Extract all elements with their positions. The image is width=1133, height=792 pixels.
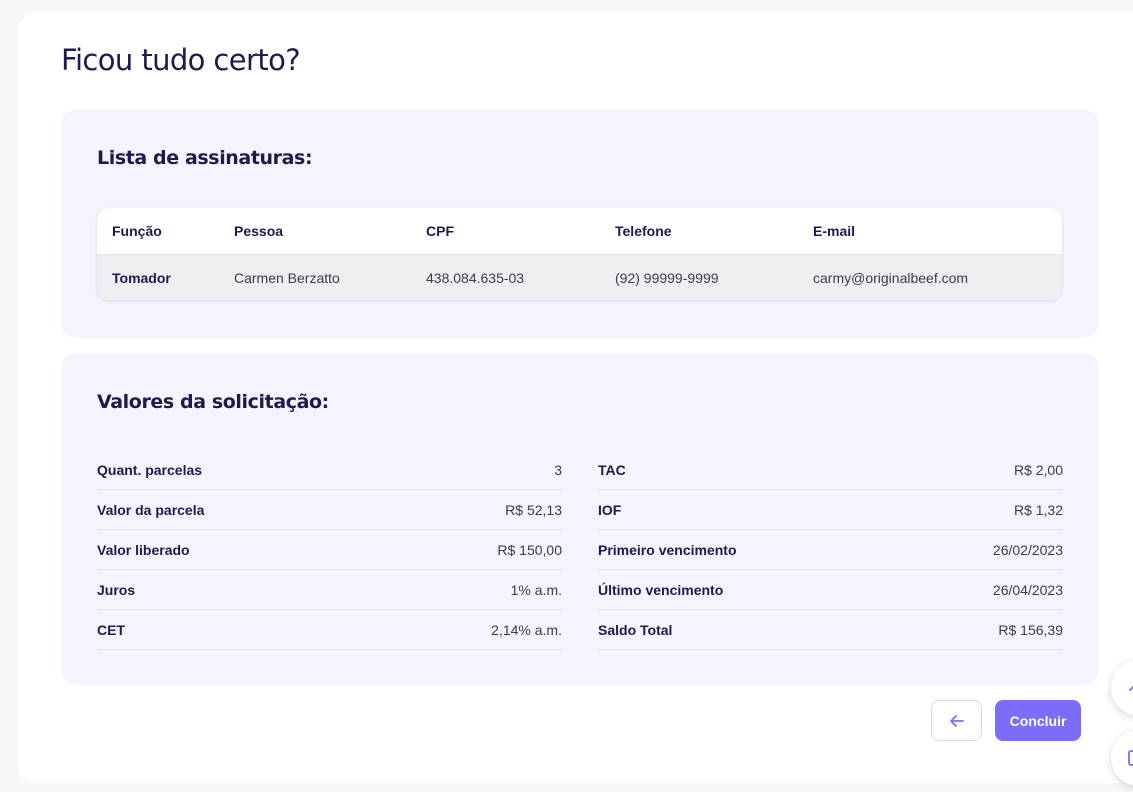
values-panel: Valores da solicitação: Quant. parcelas … (61, 353, 1099, 685)
value-row-cet: CET 2,14% a.m. (97, 610, 562, 650)
value-row-primeiro-vencimento: Primeiro vencimento 26/02/2023 (598, 530, 1063, 570)
column-header-cpf: CPF (426, 223, 454, 239)
cell-funcao: Tomador (112, 270, 171, 286)
value-amount: 26/04/2023 (992, 582, 1063, 598)
value-label: Juros (97, 582, 136, 598)
column-header-telefone: Telefone (615, 223, 672, 239)
values-right-column: TAC R$ 2,00 IOF R$ 1,32 Primeiro vencime… (598, 450, 1063, 650)
value-row-valor-liberado: Valor liberado R$ 150,00 (97, 530, 562, 570)
value-label: CET (97, 622, 125, 638)
cell-cpf: 438.084.635-03 (426, 270, 525, 286)
table-row: Tomador Carmen Berzatto 438.084.635-03 (… (97, 254, 1062, 300)
page-title: Ficou tudo certo? (61, 43, 301, 77)
values-left-column: Quant. parcelas 3 Valor da parcela R$ 52… (97, 450, 562, 650)
value-row-tac: TAC R$ 2,00 (598, 450, 1063, 490)
value-amount: 3 (554, 462, 562, 478)
arrow-left-icon (949, 714, 964, 727)
value-row-juros: Juros 1% a.m. (97, 570, 562, 610)
signatures-table: Função Pessoa CPF Telefone E-mail Tomado… (97, 208, 1062, 300)
value-label: Valor liberado (97, 542, 190, 558)
signatures-title: Lista de assinaturas: (97, 147, 313, 169)
value-amount: R$ 1,32 (1013, 502, 1063, 518)
value-row-ultimo-vencimento: Último vencimento 26/04/2023 (598, 570, 1063, 610)
values-title: Valores da solicitação: (97, 391, 329, 413)
value-amount: R$ 52,13 (505, 502, 562, 518)
column-header-email: E-mail (813, 223, 856, 239)
value-label: TAC (598, 462, 626, 478)
value-row-valor-parcela: Valor da parcela R$ 52,13 (97, 490, 562, 530)
review-card: Ficou tudo certo? Lista de assinaturas: … (18, 13, 1133, 783)
value-amount: 26/02/2023 (992, 542, 1063, 558)
cell-pessoa: Carmen Berzatto (234, 270, 340, 286)
value-label: Saldo Total (598, 622, 673, 638)
cell-telefone: (92) 99999-9999 (615, 270, 719, 286)
value-row-iof: IOF R$ 1,32 (598, 490, 1063, 530)
value-label: Quant. parcelas (97, 462, 203, 478)
value-label: IOF (598, 502, 622, 518)
table-header: Função Pessoa CPF Telefone E-mail (97, 208, 1062, 254)
value-label: Primeiro vencimento (598, 542, 737, 558)
conclude-button[interactable]: Concluir (995, 700, 1081, 741)
value-label: Valor da parcela (97, 502, 205, 518)
signatures-panel: Lista de assinaturas: Função Pessoa CPF … (61, 109, 1099, 338)
value-label: Último vencimento (598, 582, 724, 598)
value-amount: 1% a.m. (510, 582, 562, 598)
column-header-pessoa: Pessoa (234, 223, 284, 239)
chevron-up-icon (1129, 685, 1133, 691)
value-amount: 2,14% a.m. (491, 622, 562, 638)
value-amount: R$ 2,00 (1013, 462, 1063, 478)
value-row-quant-parcelas: Quant. parcelas 3 (97, 450, 562, 490)
cell-email: carmy@originalbeef.com (813, 270, 969, 286)
column-header-funcao: Função (112, 223, 162, 239)
value-amount: R$ 150,00 (497, 542, 562, 558)
chat-icon (1128, 750, 1133, 766)
value-amount: R$ 156,39 (998, 622, 1063, 638)
value-row-saldo-total: Saldo Total R$ 156,39 (598, 610, 1063, 650)
back-button[interactable] (931, 700, 982, 741)
